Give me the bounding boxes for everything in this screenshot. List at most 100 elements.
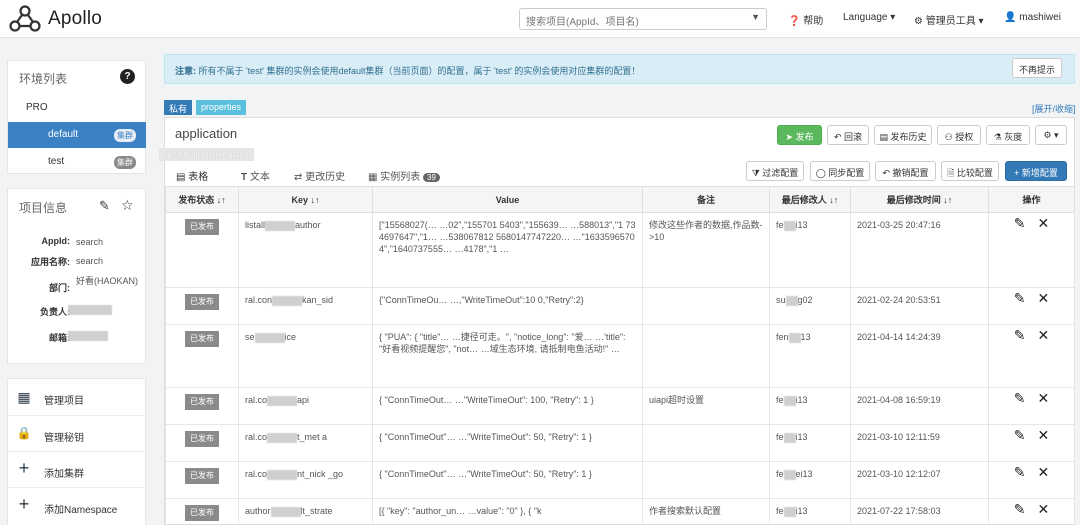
namespace-tooltip: default app namespace: [159, 148, 255, 161]
edit-icon[interactable]: ✎: [1014, 215, 1026, 231]
key-text: ral.co: [245, 432, 268, 442]
cluster-label: default: [48, 129, 79, 140]
settings-dropdown-button[interactable]: ⚙ ▾: [1035, 125, 1067, 145]
tab-text[interactable]: T 文本: [241, 168, 270, 183]
edit-icon[interactable]: ✎: [1014, 327, 1026, 343]
value-cell[interactable]: { "ConnTimeOut… …"WriteTimeOut": 100, "R…: [372, 387, 643, 425]
modified-time: 2021-03-10 12:12:07: [857, 469, 941, 479]
redacted-value: [270, 506, 301, 517]
modifier-cell: fe i13: [769, 212, 851, 288]
delete-icon[interactable]: ✕: [1038, 427, 1050, 443]
note-cell: uiapi超时设置: [642, 387, 770, 425]
apollo-logo[interactable]: Apollo: [8, 5, 102, 33]
sync-config-button[interactable]: ◯ 同步配置: [810, 161, 870, 181]
column-header[interactable]: 最后修改时间 ↓↑: [850, 186, 989, 213]
table-row: 已发布 ral.co nt_nick _go { "ConnTimeOut"… …"W…: [165, 461, 1075, 499]
info-label: 邮箱:: [49, 333, 70, 343]
key-cell[interactable]: ral.co nt_nick _go: [238, 461, 373, 499]
value-cell[interactable]: {"ConnTimeOu… …,"WriteTimeOut":10 0,"Ret…: [372, 287, 643, 325]
edit-icon[interactable]: ✎: [1014, 501, 1026, 517]
cluster-item-default[interactable]: default 集群: [8, 122, 146, 148]
menu-label: 管理项目: [44, 396, 84, 407]
edit-icon[interactable]: ✎: [1014, 464, 1026, 480]
dismiss-notice-button[interactable]: 不再提示: [1012, 58, 1062, 78]
value-cell[interactable]: { "ConnTimeOut"… …"WriteTimeOut": 50, "R…: [372, 461, 643, 499]
edit-icon[interactable]: ✎: [99, 198, 110, 214]
menu-manage-project[interactable]: ▦ 管理项目: [8, 379, 146, 415]
cluster-item-test[interactable]: test 集群: [8, 149, 146, 175]
history-icon: ▤: [879, 132, 888, 142]
menu-label: 添加Namespace: [44, 505, 118, 516]
delete-icon[interactable]: ✕: [1038, 327, 1050, 343]
key-cell[interactable]: ral.co t_met a: [238, 424, 373, 462]
key-cell[interactable]: ral.co api: [238, 387, 373, 425]
grant-button[interactable]: ⚇ 授权: [937, 125, 981, 145]
help-link[interactable]: ❓ 帮助: [788, 12, 823, 27]
env-item-pro[interactable]: PRO: [8, 95, 146, 121]
menu-add-namespace[interactable]: + 添加Namespace: [8, 487, 146, 523]
value-cell[interactable]: ["15568027(… …02","155701 5403","155639……: [372, 212, 643, 288]
language-dropdown[interactable]: Language ▾: [843, 12, 895, 23]
gray-label: 灰度: [1004, 132, 1023, 142]
column-header[interactable]: Key ↓↑: [238, 186, 373, 213]
actions-cell: ✎ ✕: [988, 287, 1075, 325]
status-cell: 已发布: [165, 498, 239, 525]
filter-config-button[interactable]: ⧩ 过滤配置: [746, 161, 804, 181]
revoke-config-button[interactable]: ↶ 撤销配置: [875, 161, 936, 181]
project-search-select[interactable]: 搜索项目(AppId、项目名) ▼: [519, 8, 767, 30]
delete-icon[interactable]: ✕: [1038, 464, 1050, 480]
top-navbar: Apollo 搜索项目(AppId、项目名) ▼ ❓ 帮助 Language ▾…: [0, 0, 1080, 38]
column-header[interactable]: 发布状态 ↓↑: [165, 186, 239, 213]
note-text: 修改这些作者的数据,作品数->10: [649, 220, 763, 242]
user-menu[interactable]: 👤 mashiwei: [1004, 12, 1061, 23]
delete-icon[interactable]: ✕: [1038, 215, 1050, 231]
published-badge: 已发布: [185, 505, 219, 521]
redacted-value: [788, 332, 801, 343]
rollback-button[interactable]: ↶ 回滚: [827, 125, 869, 145]
delete-icon[interactable]: ✕: [1038, 390, 1050, 406]
expand-collapse-link[interactable]: [展开/收缩]: [1032, 102, 1076, 115]
notice-label: 注意:: [175, 66, 196, 76]
brand-name: Apollo: [48, 8, 103, 29]
key-cell[interactable]: se ice: [238, 324, 373, 388]
column-header: 操作: [988, 186, 1075, 213]
language-label: Language: [843, 12, 888, 23]
grid-icon: ▦: [17, 389, 31, 405]
edit-icon[interactable]: ✎: [1014, 427, 1026, 443]
key-text: se: [245, 332, 255, 342]
value-cell[interactable]: { "PUA": { "title"… …捷径可走。", "notice_lon…: [372, 324, 643, 388]
key-cell[interactable]: author lt_strate: [238, 498, 373, 525]
delete-icon[interactable]: ✕: [1038, 290, 1050, 306]
search-placeholder: 搜索项目(AppId、项目名): [526, 17, 639, 28]
key-cell[interactable]: listall author: [238, 212, 373, 288]
gray-release-button[interactable]: ⚗ 灰度: [986, 125, 1030, 145]
menu-add-cluster[interactable]: + 添加集群: [8, 451, 146, 487]
edit-icon[interactable]: ✎: [1014, 390, 1026, 406]
add-config-button[interactable]: + 新增配置: [1005, 161, 1067, 181]
redacted-value: [267, 469, 298, 480]
key-cell[interactable]: ral.con kan_sid: [238, 287, 373, 325]
key-text-suffix: nt_nick _go: [297, 469, 344, 479]
edit-icon[interactable]: ✎: [1014, 290, 1026, 306]
column-header: 备注: [642, 186, 770, 213]
star-icon[interactable]: ☆: [121, 197, 134, 214]
publish-button[interactable]: ➤ 发布: [777, 125, 822, 145]
tab-instances[interactable]: ▦ 实例列表 39: [368, 168, 440, 183]
tab-change-history[interactable]: ⇄ 更改历史: [294, 168, 345, 183]
column-header[interactable]: 最后修改人 ↓↑: [769, 186, 851, 213]
undo-icon: ↶: [882, 168, 890, 178]
environment-list-panel: 环境列表 ? PRO default 集群 test 集群: [7, 60, 146, 174]
delete-icon[interactable]: ✕: [1038, 501, 1050, 517]
cluster-notice: 注意: 所有不属于 'test' 集群的实例会使用default集群（当前页面）…: [164, 54, 1075, 84]
menu-manage-secret[interactable]: 🔒 管理秘钥: [8, 415, 146, 451]
value-cell[interactable]: [{ "key": "author_un… …value": "0" }, { …: [372, 498, 643, 525]
time-cell: 2021-03-25 20:47:16: [850, 212, 989, 288]
gear-icon: ⚙: [1043, 130, 1052, 140]
compare-config-button[interactable]: 🗎 比较配置: [941, 161, 999, 181]
admin-tools-dropdown[interactable]: ⚙ 管理员工具 ▾: [914, 12, 984, 27]
key-text-suffix: ice: [284, 332, 297, 342]
publish-history-button[interactable]: ▤ 发布历史: [874, 125, 932, 145]
value-cell[interactable]: { "ConnTimeOut"… …"WriteTimeOut": 50, "R…: [372, 424, 643, 462]
help-circle-icon[interactable]: ?: [120, 69, 135, 84]
modifier-cell: fe i13: [769, 498, 851, 525]
